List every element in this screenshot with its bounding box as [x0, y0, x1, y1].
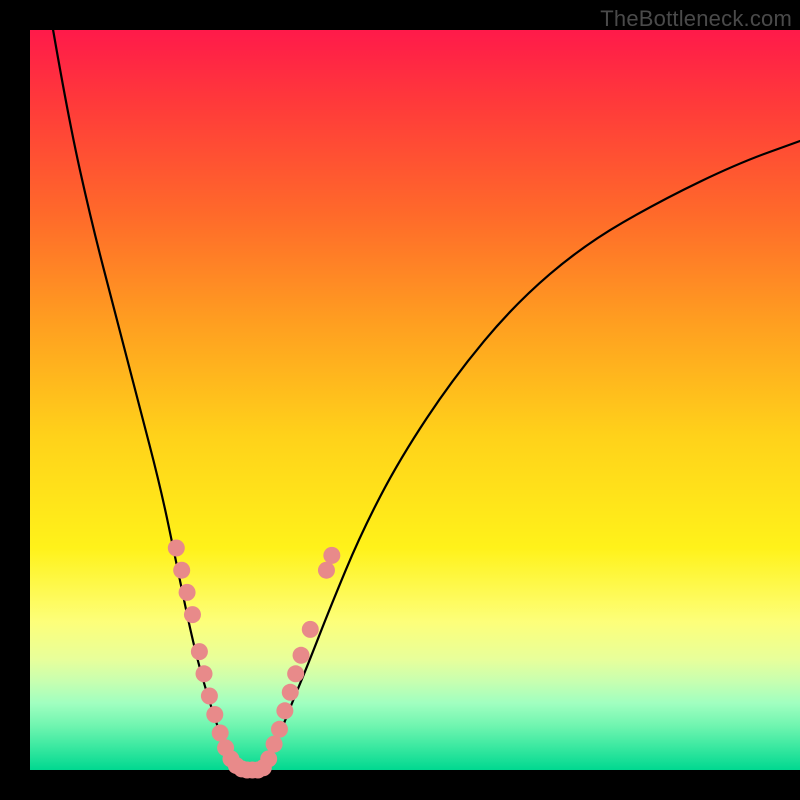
- markers-left: [168, 540, 261, 779]
- data-marker: [168, 540, 185, 557]
- plot-area: [30, 30, 800, 770]
- curves-group: [53, 30, 800, 770]
- data-marker: [323, 547, 340, 564]
- data-marker: [191, 643, 208, 660]
- data-marker: [260, 750, 277, 767]
- data-marker: [318, 562, 335, 579]
- data-marker: [266, 736, 283, 753]
- chart-svg: [30, 30, 800, 770]
- data-marker: [201, 688, 218, 705]
- data-marker: [173, 562, 190, 579]
- data-marker: [196, 665, 213, 682]
- data-marker: [212, 725, 229, 742]
- left-curve: [53, 30, 238, 770]
- chart-frame: TheBottleneck.com: [0, 0, 800, 800]
- data-marker: [271, 721, 288, 738]
- data-marker: [184, 606, 201, 623]
- data-marker: [302, 621, 319, 638]
- data-marker: [206, 706, 223, 723]
- data-marker: [287, 665, 304, 682]
- markers-right: [249, 547, 340, 779]
- data-marker: [282, 684, 299, 701]
- data-marker: [179, 584, 196, 601]
- watermark-text: TheBottleneck.com: [600, 6, 792, 32]
- right-curve: [261, 141, 800, 770]
- data-marker: [276, 702, 293, 719]
- data-marker: [293, 647, 310, 664]
